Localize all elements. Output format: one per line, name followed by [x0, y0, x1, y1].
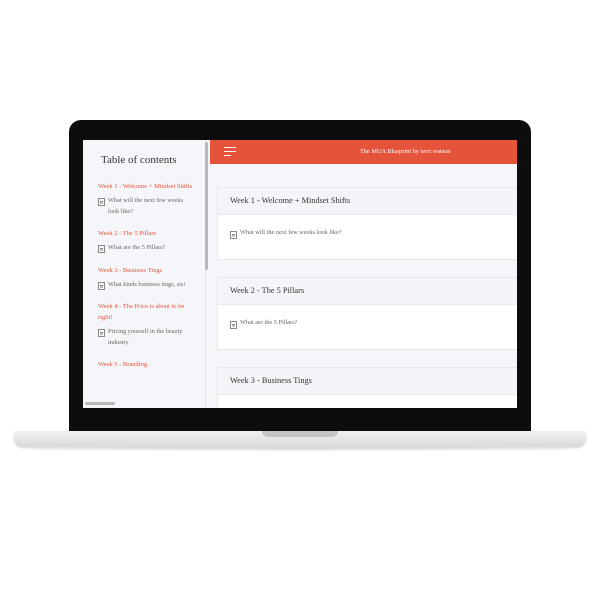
- toc-week-2[interactable]: Week 2 - The 5 Pillars: [98, 228, 194, 239]
- toc-title: Table of contents: [101, 154, 177, 166]
- toc-lesson-label: Pricing yourself in the beauty industry: [108, 328, 183, 346]
- toc-lesson-label: What kinds business tings, sis!: [108, 280, 186, 288]
- document-icon: [98, 281, 105, 290]
- menu-icon[interactable]: [224, 147, 236, 157]
- main-content: Week 1 - Welcome + Mindset Shifts What w…: [210, 164, 517, 408]
- toc-list: Week 1 - Welcome + Mindset Shifts What w…: [98, 181, 194, 374]
- toc-lesson-1[interactable]: What will the next few weeks look like?: [98, 196, 194, 217]
- document-icon: [230, 231, 237, 239]
- document-icon: [230, 321, 237, 329]
- week-card-body: What are the 5 Pillars?: [218, 305, 517, 349]
- document-icon: [98, 329, 105, 337]
- toc-lesson-label: What are the 5 Pillars?: [108, 244, 166, 251]
- week-card-header[interactable]: Week 3 - Business Tings: [218, 368, 517, 395]
- week-card-1: Week 1 - Welcome + Mindset Shifts What w…: [217, 187, 517, 260]
- week-card-title: Week 2 - The 5 Pillars: [230, 286, 305, 295]
- document-icon: [98, 198, 105, 206]
- toc-week-4[interactable]: Week 4 - The Price is about to be right!: [98, 301, 194, 323]
- week-card-body: What will the next few weeks look like?: [218, 215, 517, 259]
- lesson-label: What are the 5 Pillars?: [240, 319, 298, 326]
- toc-week-3[interactable]: Week 3 - Business Tings: [98, 265, 194, 276]
- laptop-screen: Table of contents Week 1 - Welcome + Min…: [83, 140, 517, 408]
- laptop-notch: [262, 431, 338, 437]
- lesson-link[interactable]: What will the next few weeks look like?: [230, 229, 342, 239]
- week-card-header[interactable]: Week 1 - Welcome + Mindset Shifts: [218, 188, 517, 215]
- toc-lesson-2[interactable]: What are the 5 Pillars?: [98, 243, 194, 254]
- week-card-body: [218, 395, 517, 408]
- toc-week-5[interactable]: Week 5 - Branding: [98, 359, 194, 370]
- week-card-title: Week 1 - Welcome + Mindset Shifts: [230, 196, 351, 205]
- laptop-shadow: [30, 447, 570, 451]
- week-card-title: Week 3 - Business Tings: [230, 376, 312, 385]
- week-card-header[interactable]: Week 2 - The 5 Pillars: [218, 278, 517, 305]
- toc-lesson-label: What will the next few weeks look like?: [108, 197, 184, 215]
- toc-lesson-4[interactable]: Pricing yourself in the beauty industry: [98, 327, 194, 348]
- week-card-2: Week 2 - The 5 Pillars What are the 5 Pi…: [217, 277, 517, 350]
- document-icon: [98, 245, 105, 253]
- lesson-link[interactable]: What are the 5 Pillars?: [230, 319, 297, 329]
- toc-week-1[interactable]: Week 1 - Welcome + Mindset Shifts: [98, 181, 194, 192]
- sidebar-vertical-scrollbar[interactable]: [205, 142, 208, 270]
- lesson-label: What will the next few weeks look like?: [240, 229, 342, 236]
- toc-lesson-3[interactable]: What kinds business tings, sis!: [98, 280, 194, 291]
- course-title: The MUA Blueprint by terri watson: [360, 148, 451, 155]
- sidebar-horizontal-scrollbar[interactable]: [85, 402, 115, 405]
- table-of-contents-sidebar: Table of contents Week 1 - Welcome + Min…: [83, 140, 206, 408]
- top-header-bar: The MUA Blueprint by terri watson: [210, 140, 517, 164]
- week-card-3: Week 3 - Business Tings: [217, 367, 517, 408]
